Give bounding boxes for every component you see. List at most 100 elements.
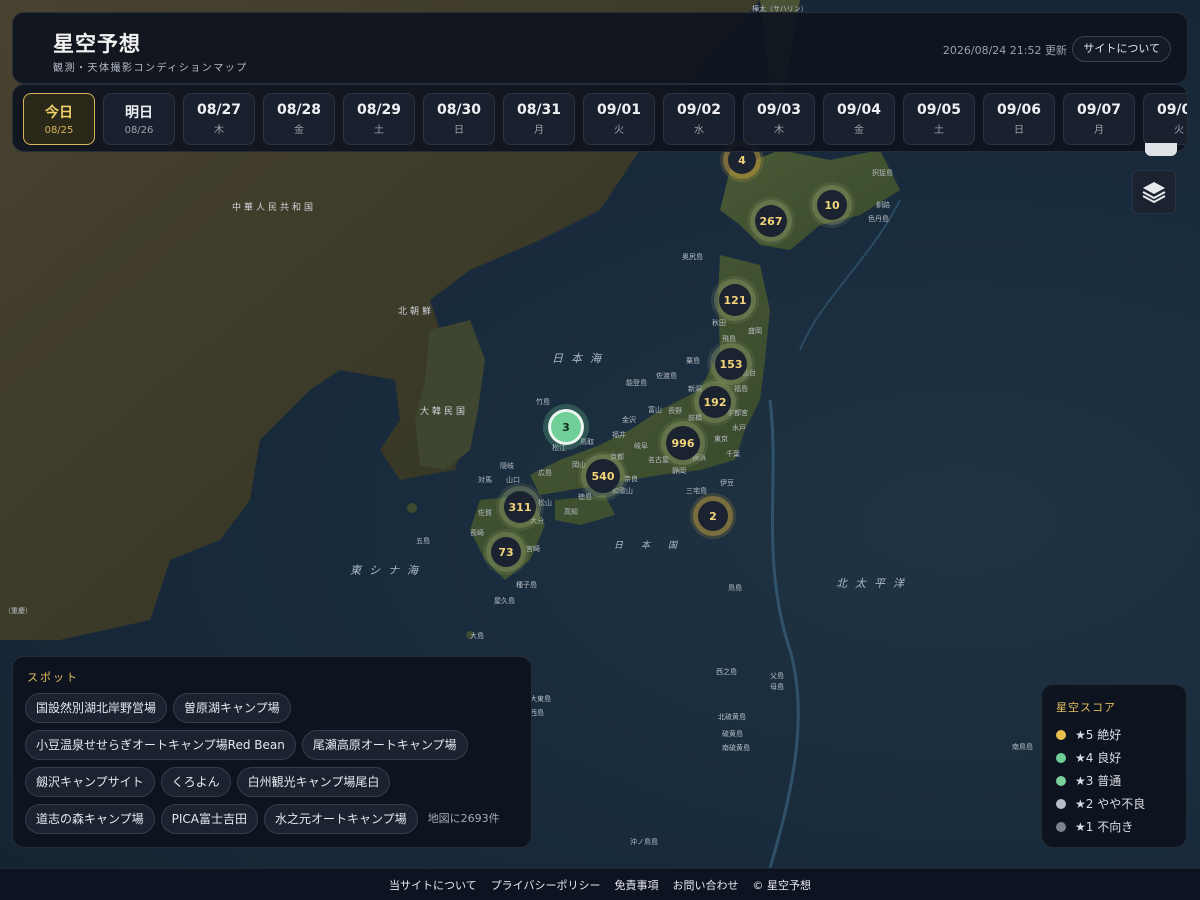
spot-chip[interactable]: 道志の森キャンプ場 xyxy=(25,804,155,834)
footer-link: © 星空予想 xyxy=(752,878,811,892)
map-label-okayama: 岡山 xyxy=(572,461,586,469)
spot-chip[interactable]: PICA富士吉田 xyxy=(160,804,259,834)
spot-chip[interactable]: くろよん xyxy=(160,767,231,797)
legend-dot-icon xyxy=(1056,775,1066,786)
date-tab-sub: 月 xyxy=(1094,125,1104,136)
spot-chip[interactable]: 劔沢キャンプサイト xyxy=(25,767,155,797)
date-tab-date: 09/03 xyxy=(756,102,802,118)
date-tab[interactable]: 09/08 火 xyxy=(1143,93,1187,145)
cluster-marker[interactable]: 2 xyxy=(698,501,728,531)
date-tab[interactable]: 08/27 木 xyxy=(183,93,255,145)
map-label-south-korea: 大韓民国 xyxy=(420,407,469,417)
cluster-marker[interactable]: 540 xyxy=(586,459,620,493)
date-tab-date: 09/06 xyxy=(996,102,1042,118)
map-label-fukushima: 福島 xyxy=(734,385,748,393)
map-label-oki: 隠岐 xyxy=(500,462,514,470)
legend-dot-icon xyxy=(1056,821,1066,832)
date-tab[interactable]: 08/28 金 xyxy=(263,93,335,145)
map-label-teshio: 色丹島 xyxy=(868,215,889,223)
map-label-kochi: 高知 xyxy=(564,508,578,516)
map-label-tottori: 鳥取 xyxy=(580,438,594,446)
zoom-control[interactable] xyxy=(1145,143,1177,156)
footer-link[interactable]: 当サイトについて xyxy=(389,877,477,893)
spot-chip[interactable]: 曽原湖キャンプ場 xyxy=(173,693,291,723)
spot-chip[interactable]: 水之元オートキャンプ場 xyxy=(264,804,418,834)
map-label-nagano: 長野 xyxy=(668,407,682,415)
map-label-amami: 大島 xyxy=(470,632,484,640)
date-tab-date: 08/28 xyxy=(276,102,322,118)
map-label-sea-of-japan: 日本海 xyxy=(552,352,609,365)
legend-dot-icon xyxy=(1056,798,1066,809)
date-tab-date: 09/04 xyxy=(836,102,882,118)
map-label-higashi-kaisen: 大東島 xyxy=(530,695,551,703)
legend-items: ★5 絶好 ★4 良好 ★3 普通 ★2 やや不良 ★1 不向き xyxy=(1056,723,1145,838)
map-label-japan: 日本国 xyxy=(614,541,696,551)
cluster-marker[interactable]: 3 xyxy=(551,412,581,442)
footer-link[interactable]: お問い合わせ xyxy=(672,877,738,893)
map-label-pacific: 北太平洋 xyxy=(836,577,912,590)
spot-chip[interactable]: 尾瀬高原オートキャンプ場 xyxy=(301,730,468,760)
date-tab-date: 明日 xyxy=(125,105,153,121)
map-label-yakushima: 屋久島 xyxy=(494,597,515,605)
date-tab-date: 09/02 xyxy=(676,102,722,118)
cluster-marker[interactable]: 996 xyxy=(666,426,700,460)
cluster-marker[interactable]: 192 xyxy=(699,386,731,418)
spot-chip[interactable]: 小豆温泉せせらぎオートキャンプ場Red Bean xyxy=(25,730,296,760)
date-tab[interactable]: 09/04 金 xyxy=(823,93,895,145)
map-label-otsu: 京都 xyxy=(610,453,624,461)
footer-link[interactable]: プライバシーポリシー xyxy=(491,877,601,893)
site-title[interactable]: 星空予想 xyxy=(53,28,141,58)
date-tab[interactable]: 09/07 月 xyxy=(1063,93,1135,145)
date-tab-date: 今日 xyxy=(45,105,73,121)
date-tab[interactable]: 08/30 日 xyxy=(423,93,495,145)
date-tab-date: 09/05 xyxy=(916,102,962,118)
map-label-niigata: 新潟 xyxy=(688,385,702,393)
map-label-hiyoshi: 飛島 xyxy=(722,335,736,343)
date-tab[interactable]: 09/01 火 xyxy=(583,93,655,145)
date-tab[interactable]: 09/05 土 xyxy=(903,93,975,145)
cluster-marker[interactable]: 10 xyxy=(817,190,847,220)
map-label-fukui: 福井 xyxy=(612,431,626,439)
map-label-shizuoka: 静岡 xyxy=(672,467,686,475)
date-tab[interactable]: 今日 08/25 xyxy=(23,93,95,145)
date-tab[interactable]: 09/06 日 xyxy=(983,93,1055,145)
map-label-toyama: 富山 xyxy=(648,406,662,414)
layers-button[interactable] xyxy=(1132,170,1176,214)
date-tab[interactable]: 09/02 水 xyxy=(663,93,735,145)
map-label-utsunomiya: 宇都宮 xyxy=(727,409,748,417)
date-tab[interactable]: 明日 08/26 xyxy=(103,93,175,145)
updated-timestamp: 2026/08/24 21:52 更新 xyxy=(942,44,1067,57)
date-tab-sub: 土 xyxy=(374,125,384,136)
map-label-goto: 五島 xyxy=(416,537,430,545)
date-tab-sub: 月 xyxy=(534,125,544,136)
date-tab[interactable]: 09/03 木 xyxy=(743,93,815,145)
cluster-marker[interactable]: 267 xyxy=(755,205,787,237)
spot-chip[interactable]: 国設然別湖北岸野営場 xyxy=(25,693,168,723)
map-label-iwo: 硫黄島 xyxy=(722,730,743,738)
date-tab-sub: 08/26 xyxy=(124,125,154,136)
map-label-chiba: 千葉 xyxy=(726,450,740,458)
map-label-chongqing: （重慶） xyxy=(4,607,32,615)
cluster-marker[interactable]: 73 xyxy=(491,537,521,567)
legend-item: ★3 普通 xyxy=(1056,769,1145,792)
map-label-tsushima: 対馬 xyxy=(478,476,492,484)
map-label-saga: 佐賀 xyxy=(478,509,492,517)
footer-link[interactable]: 免責事項 xyxy=(614,877,658,893)
map-label-minamitori: 南鳥島 xyxy=(1012,743,1033,751)
legend-label: ★2 やや不良 xyxy=(1075,797,1146,811)
date-tab[interactable]: 08/31 月 xyxy=(503,93,575,145)
spot-chip[interactable]: 白州観光キャンプ場尾白 xyxy=(236,767,391,797)
cluster-marker[interactable]: 121 xyxy=(719,284,751,316)
date-tab[interactable]: 08/29 土 xyxy=(343,93,415,145)
map-label-okinotori: 沖ノ鳥島 xyxy=(630,838,658,846)
map-label-tanegashima: 種子島 xyxy=(516,581,537,589)
date-tab-sub: 日 xyxy=(454,125,464,136)
legend-label: ★1 不向き xyxy=(1075,820,1134,834)
cluster-marker[interactable]: 153 xyxy=(715,348,747,380)
date-tab-date: 08/27 xyxy=(196,102,242,118)
site-footer: 当サイトについて プライバシーポリシー 免責事項 お問い合わせ © 星空予想 xyxy=(0,868,1200,900)
date-tab-sub: 08/25 xyxy=(44,125,74,136)
map-label-tokushima: 徳島 xyxy=(578,493,592,501)
about-button[interactable]: サイトについて xyxy=(1072,36,1171,62)
cluster-marker[interactable]: 311 xyxy=(504,491,536,523)
